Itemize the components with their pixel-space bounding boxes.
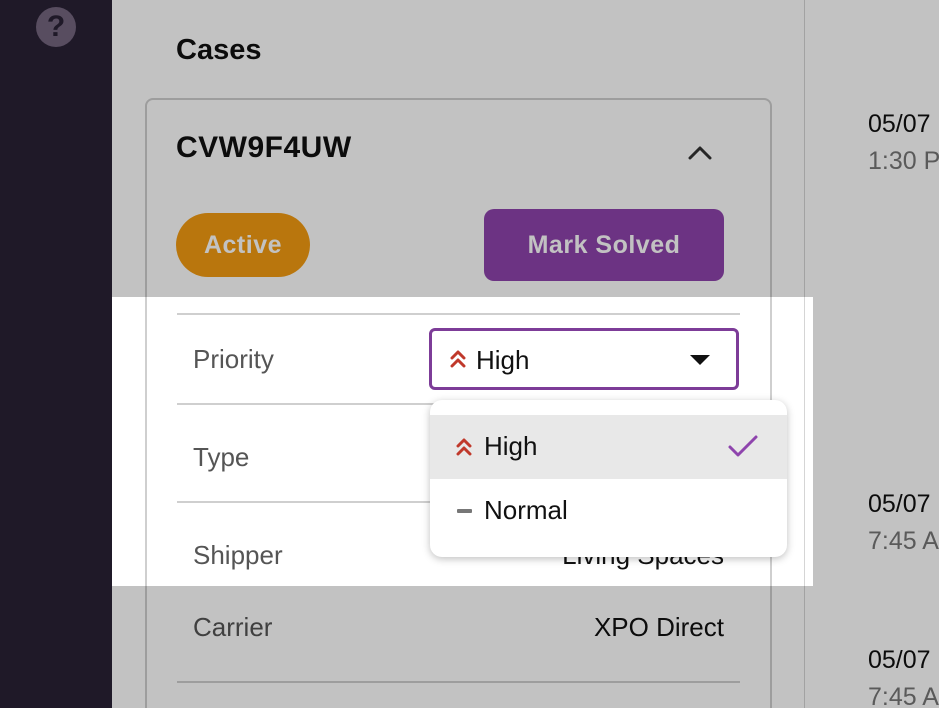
priority-select[interactable]: High	[429, 328, 739, 390]
timeline-panel	[804, 0, 939, 708]
shipper-label: Shipper	[193, 540, 283, 570]
sidebar: ?	[0, 0, 112, 708]
type-label: Type	[193, 442, 250, 472]
status-badge: Active	[176, 213, 310, 277]
question-mark-icon[interactable]: ?	[36, 7, 76, 47]
carrier-value: XPO Direct	[593, 612, 724, 642]
case-id: CVW9F4UW	[176, 131, 352, 164]
timeline-entry: 05/07 7:45 A	[868, 646, 939, 708]
caret-down-icon	[690, 355, 710, 365]
timeline-date: 05/07	[868, 646, 931, 674]
chevron-up-icon[interactable]	[688, 140, 712, 164]
timeline-entry: 05/07 7:45 A	[868, 490, 939, 556]
timeline-entry: 05/07 1:30 P	[868, 110, 939, 176]
mark-solved-button[interactable]: Mark Solved	[484, 209, 724, 281]
timeline-date: 05/07	[868, 490, 931, 518]
timeline-date: 05/07	[868, 110, 931, 138]
priority-option-label: High	[484, 431, 538, 461]
priority-option-high[interactable]: High	[430, 415, 787, 479]
priority-option-label: Normal	[484, 495, 568, 525]
double-chevron-up-icon	[450, 350, 466, 368]
checkmark-icon	[728, 435, 758, 457]
dash-icon	[457, 509, 472, 513]
divider	[177, 681, 740, 683]
cases-title: Cases	[176, 34, 262, 66]
timeline-time: 1:30 P	[868, 147, 939, 175]
priority-option-normal[interactable]: Normal	[430, 479, 787, 543]
timeline-time: 7:45 A	[868, 683, 939, 708]
priority-select-value: High	[476, 345, 530, 375]
double-chevron-up-icon	[456, 438, 472, 456]
carrier-label: Carrier	[193, 612, 273, 642]
priority-label: Priority	[193, 344, 274, 374]
priority-dropdown-menu: High Normal	[430, 400, 787, 557]
timeline-time: 7:45 A	[868, 527, 939, 555]
divider	[177, 313, 740, 315]
